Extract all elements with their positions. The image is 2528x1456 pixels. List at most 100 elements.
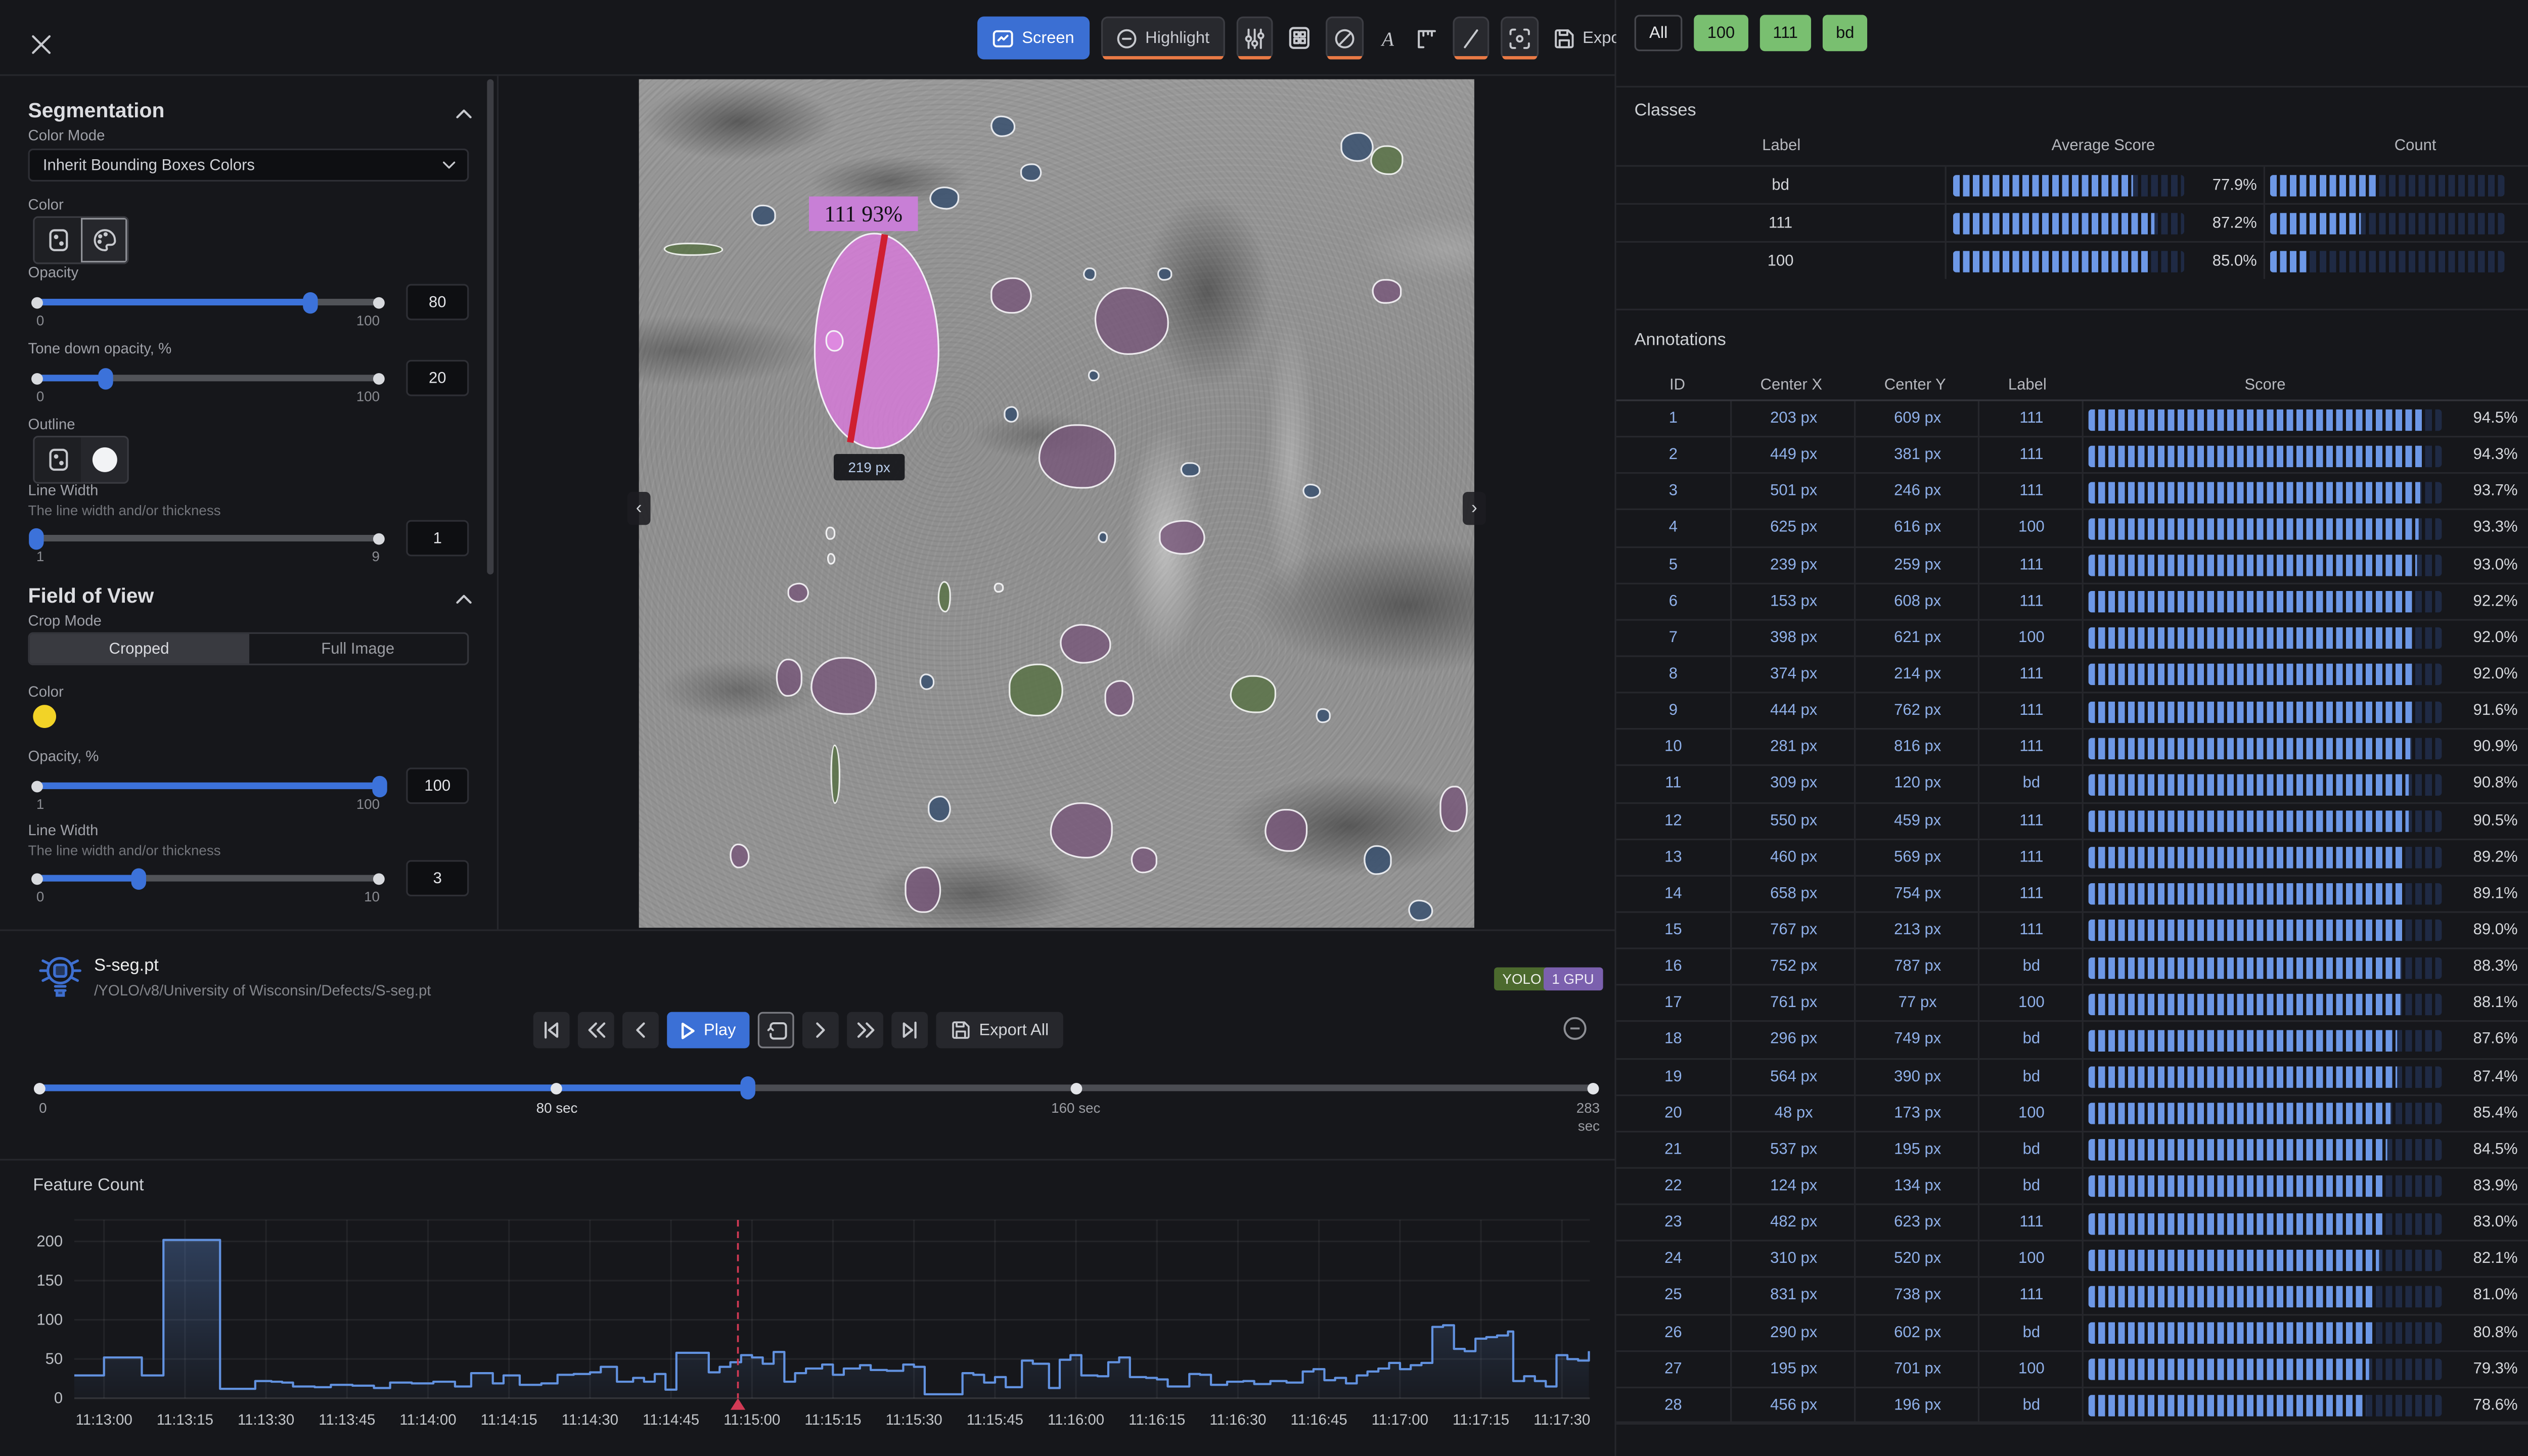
annotation-blob-p[interactable] [1050, 802, 1114, 858]
slider-handle[interactable] [132, 868, 147, 889]
annotation-id[interactable]: 27 [1616, 1351, 1730, 1386]
annotation-blob-w[interactable] [826, 526, 836, 540]
annotation-center-y[interactable]: 195 px [1854, 1132, 1979, 1167]
highlight-mode-button[interactable]: Highlight [1101, 17, 1225, 60]
annotation-row[interactable]: 2449 px381 px11194.3% [1616, 438, 2528, 474]
annotation-row[interactable]: 9444 px762 px11191.6% [1616, 694, 2528, 730]
annotation-center-y[interactable]: 754 px [1854, 876, 1979, 911]
annotation-id[interactable]: 11 [1616, 766, 1730, 801]
annotation-center-y[interactable]: 616 px [1854, 511, 1979, 545]
focus-tool-button[interactable] [1500, 17, 1538, 60]
fov-color-swatch[interactable] [33, 705, 56, 728]
annotation-id[interactable]: 3 [1616, 474, 1730, 509]
annotation-row[interactable]: 6153 px608 px11192.2% [1616, 584, 2528, 620]
annotation-center-x[interactable]: 153 px [1730, 584, 1856, 619]
annotation-label[interactable]: bd [1978, 1132, 2084, 1167]
collapse-transport-icon[interactable] [1562, 1015, 1588, 1041]
fast-forward-button[interactable] [847, 1012, 883, 1049]
annotation-blob-b[interactable] [1021, 163, 1043, 182]
annotation-center-x[interactable]: 195 px [1730, 1351, 1856, 1386]
annotation-row[interactable]: 21537 px195 pxbd84.5% [1616, 1132, 2528, 1168]
annotation-center-y[interactable]: 390 px [1854, 1059, 1979, 1094]
micrograph-image[interactable]: 111 93% 219 px [639, 79, 1474, 928]
annotation-center-x[interactable]: 398 px [1730, 620, 1856, 655]
annotation-blob-p[interactable] [1439, 785, 1467, 833]
annotation-center-x[interactable]: 449 px [1730, 438, 1856, 473]
annotation-blob-b[interactable] [1098, 531, 1108, 543]
annotation-center-y[interactable]: 173 px [1854, 1096, 1979, 1130]
annotation-center-x[interactable]: 48 px [1730, 1096, 1856, 1130]
annotation-row[interactable]: 26290 px602 pxbd80.8% [1616, 1315, 2528, 1351]
play-button[interactable]: Play [667, 1012, 749, 1049]
annotation-label[interactable]: 111 [1978, 1279, 2084, 1313]
annotation-label[interactable]: bd [1978, 1169, 2084, 1204]
annotation-id[interactable]: 28 [1616, 1388, 1730, 1423]
annotation-center-x[interactable]: 374 px [1730, 657, 1856, 692]
annotation-center-y[interactable]: 787 px [1854, 949, 1979, 984]
annotation-center-y[interactable]: 738 px [1854, 1279, 1979, 1313]
annotation-blob-b[interactable] [1317, 708, 1332, 723]
annotation-center-x[interactable]: 625 px [1730, 511, 1856, 545]
filter-111-button[interactable]: 111 [1759, 15, 1811, 51]
annotation-row[interactable]: 8374 px214 px11192.0% [1616, 657, 2528, 694]
annotation-center-x[interactable]: 290 px [1730, 1315, 1856, 1350]
annotation-center-y[interactable]: 246 px [1854, 474, 1979, 509]
annotation-row[interactable]: 2048 px173 px10085.4% [1616, 1096, 2528, 1132]
annotation-center-x[interactable]: 752 px [1730, 949, 1856, 984]
annotation-row[interactable]: 25831 px738 px11181.0% [1616, 1279, 2528, 1315]
annotation-id[interactable]: 4 [1616, 511, 1730, 545]
annotation-id[interactable]: 21 [1616, 1132, 1730, 1167]
annotation-id[interactable]: 14 [1616, 876, 1730, 911]
annotation-id[interactable]: 1 [1616, 401, 1730, 436]
annotation-id[interactable]: 23 [1616, 1205, 1730, 1240]
timeline-handle[interactable] [741, 1076, 755, 1100]
annotation-center-y[interactable]: 623 px [1854, 1205, 1979, 1240]
annotation-blob-b[interactable] [990, 115, 1015, 137]
annotation-label[interactable]: bd [1978, 949, 2084, 984]
annotation-label[interactable]: bd [1978, 1388, 2084, 1423]
annotation-blob-b[interactable] [1408, 900, 1433, 922]
annotation-id[interactable]: 17 [1616, 986, 1730, 1021]
annotation-id[interactable]: 22 [1616, 1169, 1730, 1204]
annotation-blob-b[interactable] [1302, 483, 1321, 498]
annotation-label[interactable]: 111 [1978, 694, 2084, 729]
annotation-center-y[interactable]: 609 px [1854, 401, 1979, 436]
crop-full-image-option[interactable]: Full Image [248, 634, 467, 664]
annotation-label[interactable]: bd [1978, 766, 2084, 801]
annotation-center-x[interactable]: 124 px [1730, 1169, 1856, 1204]
hide-overlay-button[interactable] [1325, 17, 1363, 60]
annotation-center-x[interactable]: 658 px [1730, 876, 1856, 911]
annotation-blob-w[interactable] [993, 583, 1003, 594]
export-all-button[interactable]: Export All [936, 1012, 1063, 1049]
annotation-center-y[interactable]: 621 px [1854, 620, 1979, 655]
annotation-center-y[interactable]: 701 px [1854, 1351, 1979, 1386]
annotation-center-x[interactable]: 537 px [1730, 1132, 1856, 1167]
annotation-blob-p[interactable] [906, 867, 940, 913]
annotation-center-x[interactable]: 203 px [1730, 401, 1856, 436]
annotation-row[interactable]: 13460 px569 px11189.2% [1616, 840, 2528, 876]
annotation-id[interactable]: 2 [1616, 438, 1730, 473]
annotation-blob-b[interactable] [1364, 845, 1392, 874]
annotation-blob-b[interactable] [1084, 267, 1097, 281]
annotation-id[interactable]: 24 [1616, 1242, 1730, 1277]
skip-start-button[interactable] [533, 1012, 570, 1049]
slider-track[interactable] [36, 535, 380, 541]
annotation-id[interactable]: 26 [1616, 1315, 1730, 1350]
annotation-id[interactable]: 12 [1616, 803, 1730, 838]
annotation-blob-b[interactable] [928, 796, 951, 822]
tone-value[interactable]: 20 [406, 360, 469, 396]
annotation-id[interactable]: 18 [1616, 1023, 1730, 1058]
text-tool-button[interactable]: A [1375, 17, 1401, 60]
annotation-row[interactable]: 28456 px196 pxbd78.6% [1616, 1388, 2528, 1424]
annotation-id[interactable]: 25 [1616, 1279, 1730, 1313]
annotation-center-y[interactable]: 602 px [1854, 1315, 1979, 1350]
loop-button[interactable] [758, 1012, 794, 1049]
outline-white-option[interactable] [81, 437, 127, 482]
annotation-row[interactable]: 7398 px621 px10092.0% [1616, 620, 2528, 657]
annotation-blob-p[interactable] [810, 656, 877, 715]
annotation-row[interactable]: 17761 px77 px10088.1% [1616, 986, 2528, 1022]
annotation-blob-g[interactable] [830, 745, 840, 804]
annotation-blob-g[interactable] [664, 242, 723, 256]
annotation-center-x[interactable]: 239 px [1730, 548, 1856, 582]
annotation-blob-p[interactable] [1039, 425, 1116, 489]
